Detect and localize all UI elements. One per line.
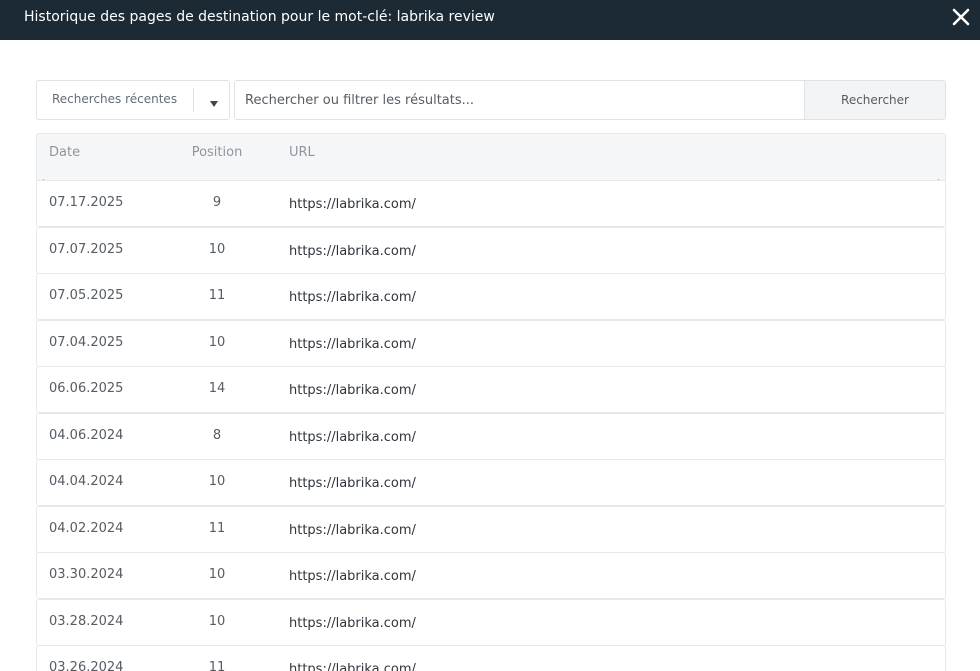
table-row: 07.07.2025 10 https://labrika.com/	[36, 226, 946, 274]
table-row: 04.02.2024 11 https://labrika.com/	[36, 505, 946, 553]
position-cell: 11	[208, 288, 226, 303]
caret-down-icon	[208, 95, 220, 107]
date-cell: 03.28.2024	[49, 613, 124, 629]
url-cell[interactable]: https://labrika.com/	[289, 337, 416, 352]
position-cell: 11	[208, 660, 226, 671]
position-cell: 10	[208, 474, 226, 489]
date-cell: 04.06.2024	[49, 427, 124, 443]
dialog-titlebar: Historique des pages de destination pour…	[0, 0, 980, 40]
position-cell: 11	[208, 520, 226, 536]
date-cell: 07.07.2025	[49, 241, 124, 257]
date-cell: 07.17.2025	[49, 195, 124, 210]
url-cell[interactable]: https://labrika.com/	[289, 244, 416, 259]
search-button[interactable]: Rechercher	[804, 80, 946, 120]
table-row: 03.26.2024 11 https://labrika.com/	[36, 645, 946, 671]
table-row: 07.05.2025 11 https://labrika.com/	[36, 273, 946, 320]
position-cell: 9	[212, 195, 222, 210]
table-row: 07.17.2025 9 https://labrika.com/	[36, 180, 946, 227]
url-cell[interactable]: https://labrika.com/	[289, 290, 416, 305]
date-cell: 04.02.2024	[49, 520, 124, 536]
date-cell: 06.06.2025	[49, 381, 124, 396]
position-cell: 10	[208, 334, 226, 350]
url-cell[interactable]: https://labrika.com/	[289, 569, 416, 584]
date-cell: 07.05.2025	[49, 288, 124, 303]
url-cell[interactable]: https://labrika.com/	[289, 197, 416, 212]
position-cell: 10	[208, 567, 226, 582]
recent-searches-label: Recherches récentes	[52, 92, 178, 106]
column-header-date[interactable]: Date	[49, 145, 80, 160]
date-cell: 04.04.2024	[49, 474, 124, 489]
table-row: 06.06.2025 14 https://labrika.com/	[36, 366, 946, 413]
horizontal-scrollbar[interactable]	[36, 170, 946, 185]
table-row: 03.30.2024 10 https://labrika.com/	[36, 552, 946, 599]
search-input[interactable]	[234, 80, 805, 120]
table-row: 04.06.2024 8 https://labrika.com/	[36, 412, 946, 460]
date-cell: 07.04.2025	[49, 334, 124, 350]
table-body: 07.17.2025 9 https://labrika.com/07.07.202…	[36, 180, 946, 671]
url-cell[interactable]: https://labrika.com/	[289, 383, 416, 398]
dropdown-divider	[193, 88, 194, 112]
url-cell[interactable]: https://labrika.com/	[289, 430, 416, 445]
url-cell[interactable]: https://labrika.com/	[289, 476, 416, 491]
column-header-url[interactable]: URL	[289, 145, 315, 160]
table-row: 03.28.2024 10 https://labrika.com/	[36, 598, 946, 646]
position-cell: 8	[212, 427, 222, 443]
scroll-right-arrow-icon[interactable]	[936, 171, 944, 185]
column-header-position[interactable]: Position	[169, 145, 265, 160]
position-cell: 10	[208, 613, 226, 629]
position-cell: 14	[208, 381, 226, 396]
date-cell: 03.26.2024	[49, 660, 124, 671]
table-row: 04.04.2024 10 https://labrika.com/	[36, 459, 946, 506]
url-cell[interactable]: https://labrika.com/	[289, 616, 416, 631]
table-row: 07.04.2025 10 https://labrika.com/	[36, 319, 946, 367]
url-cell[interactable]: https://labrika.com/	[289, 523, 416, 538]
url-cell[interactable]: https://labrika.com/	[289, 662, 416, 671]
recent-searches-dropdown[interactable]: Recherches récentes	[36, 80, 230, 120]
dialog-title: Historique des pages de destination pour…	[24, 9, 495, 25]
close-icon[interactable]	[950, 6, 972, 28]
position-cell: 10	[208, 241, 226, 257]
date-cell: 03.30.2024	[49, 567, 124, 582]
scroll-left-arrow-icon[interactable]	[38, 171, 46, 185]
